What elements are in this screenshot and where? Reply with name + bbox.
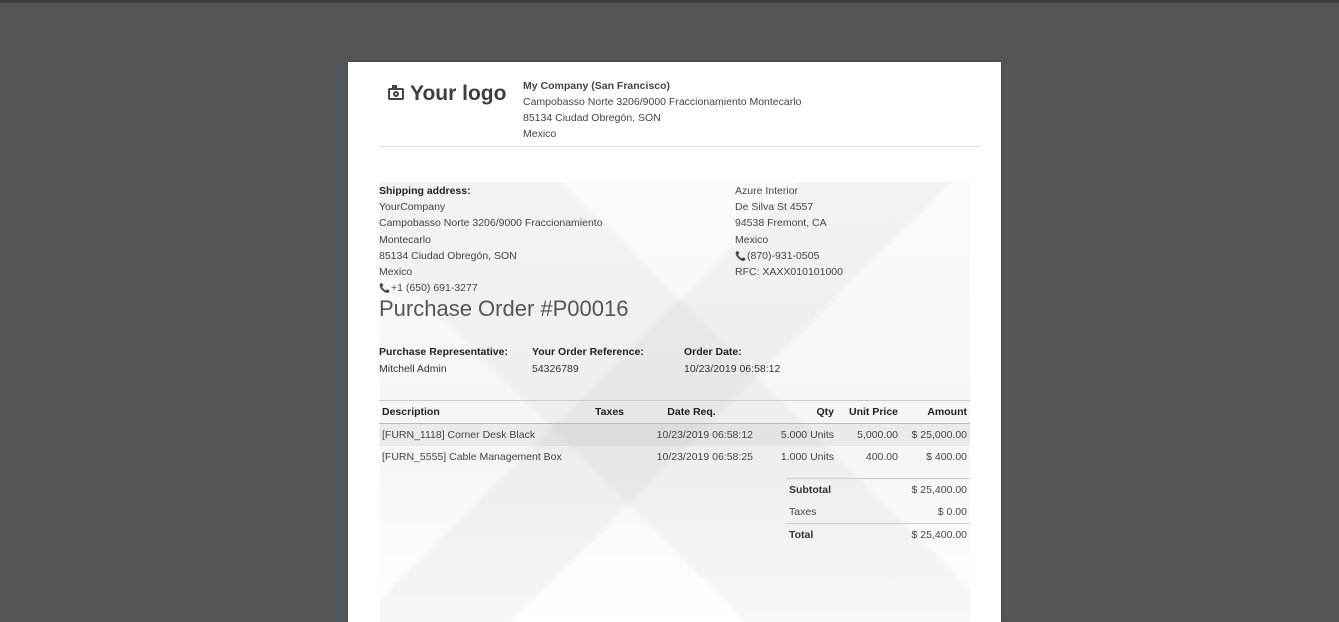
- subtotal-value: $ 25,400.00: [876, 478, 970, 501]
- logo-text: Your logo: [410, 82, 507, 105]
- total-value: $ 25,400.00: [876, 523, 970, 546]
- document-page: Your logo My Company (San Francisco) Cam…: [348, 62, 1001, 622]
- total-label: Total: [786, 523, 876, 546]
- shipping-name: YourCompany: [379, 201, 446, 214]
- vendor-street: De Silva St 4557: [735, 201, 814, 214]
- taxes-label: Taxes: [789, 506, 817, 518]
- table-row: [FURN_1118] Corner Desk Black 10/23/2019…: [379, 423, 970, 446]
- vendor-name: Azure Interior: [735, 185, 799, 197]
- row-qty: 5.000 Units: [756, 423, 837, 446]
- company-address: My Company (San Francisco) Campobasso No…: [523, 78, 801, 142]
- purchase-rep-label: Purchase Representative:: [379, 346, 508, 358]
- order-reference-info: Your Order Reference: 54326789: [532, 344, 644, 378]
- company-address-line1: Campobasso Norte 3206/9000 Fraccionamien…: [523, 96, 802, 108]
- vendor-address: Azure Interior De Silva St 4557 94538 Fr…: [735, 183, 843, 280]
- row-date-req: 10/23/2019 06:58:25: [656, 451, 753, 463]
- row-date-req: 10/23/2019 06:58:12: [627, 423, 756, 446]
- order-date-info: Order Date: 10/23/2019 06:58:12: [684, 344, 780, 378]
- row-description: [FURN_1118] Corner Desk Black: [379, 423, 591, 446]
- vendor-city: 94538 Fremont, CA: [735, 217, 827, 230]
- shipping-line3: 85134 Ciudad Obregón, SON: [379, 249, 517, 262]
- shipping-phone: +1 (650) 691-3277: [391, 282, 478, 295]
- vendor-phone: (870)-931-0505: [747, 249, 820, 262]
- viewer-top-border: [0, 0, 1339, 3]
- taxes-row: Taxes $ 0.00: [786, 501, 970, 524]
- subtotal-row: Subtotal $ 25,400.00: [786, 478, 970, 501]
- company-country: Mexico: [523, 128, 557, 140]
- shipping-line2: Montecarlo: [379, 233, 431, 246]
- col-date-req-header: Date Req.: [627, 400, 756, 424]
- table-row: [FURN_5555] Cable Management Box 10/23/2…: [379, 446, 970, 468]
- col-qty-header: Qty: [756, 400, 837, 424]
- company-name: My Company (San Francisco): [523, 80, 671, 92]
- shipping-line1: Campobasso Norte 3206/9000 Fraccionamien…: [379, 217, 603, 230]
- phone-icon: 📞: [735, 250, 747, 261]
- subtotal-label: Subtotal: [786, 478, 876, 501]
- row-description: [FURN_5555] Cable Management Box: [382, 451, 562, 463]
- row-unit-price: 400.00: [865, 451, 898, 463]
- col-amount-header: Amount: [901, 400, 970, 424]
- col-unit-price-header: Unit Price: [837, 400, 901, 424]
- total-row: Total $ 25,400.00: [786, 523, 970, 546]
- row-taxes: [591, 446, 627, 468]
- row-unit-price: 5,000.00: [837, 423, 901, 446]
- col-taxes-header: Taxes: [591, 400, 627, 424]
- header-divider: [379, 146, 980, 147]
- order-reference-value: 54326789: [532, 363, 579, 375]
- row-taxes: [591, 423, 627, 446]
- vendor-phone-row: 📞(870)-931-0505: [735, 248, 843, 264]
- row-amount: $ 25,000.00: [901, 423, 970, 446]
- totals-table: Subtotal $ 25,400.00 Taxes $ 0.00 Total …: [786, 478, 970, 546]
- shipping-label: Shipping address:: [379, 185, 471, 197]
- order-date-label: Order Date:: [684, 346, 742, 358]
- shipping-phone-row: 📞+1 (650) 691-3277: [379, 280, 603, 296]
- vendor-rfc: RFC: XAXX010101000: [735, 266, 843, 279]
- order-date-value: 10/23/2019 06:58:12: [684, 363, 781, 375]
- row-qty: 1.000 Units: [780, 451, 834, 463]
- phone-icon: 📞: [379, 283, 391, 294]
- purchase-rep-info: Purchase Representative: Mitchell Admin: [379, 344, 508, 378]
- table-header-row: Description Taxes Date Req. Qty Unit Pri…: [379, 400, 970, 424]
- row-amount: $ 400.00: [926, 451, 967, 463]
- order-reference-label: Your Order Reference:: [532, 346, 644, 358]
- col-description-header: Description: [379, 400, 591, 424]
- shipping-country: Mexico: [379, 266, 413, 279]
- order-lines-table: Description Taxes Date Req. Qty Unit Pri…: [379, 400, 970, 468]
- purchase-rep-value: Mitchell Admin: [379, 363, 447, 375]
- taxes-value: $ 0.00: [937, 506, 967, 518]
- camera-icon: [388, 85, 404, 100]
- shipping-address: Shipping address: YourCompany Campobasso…: [379, 183, 603, 296]
- document-title: Purchase Order #P00016: [379, 296, 629, 321]
- vendor-country: Mexico: [735, 233, 769, 246]
- company-address-line2: 85134 Ciudad Obregón, SON: [523, 112, 661, 124]
- company-logo: Your logo: [388, 82, 506, 106]
